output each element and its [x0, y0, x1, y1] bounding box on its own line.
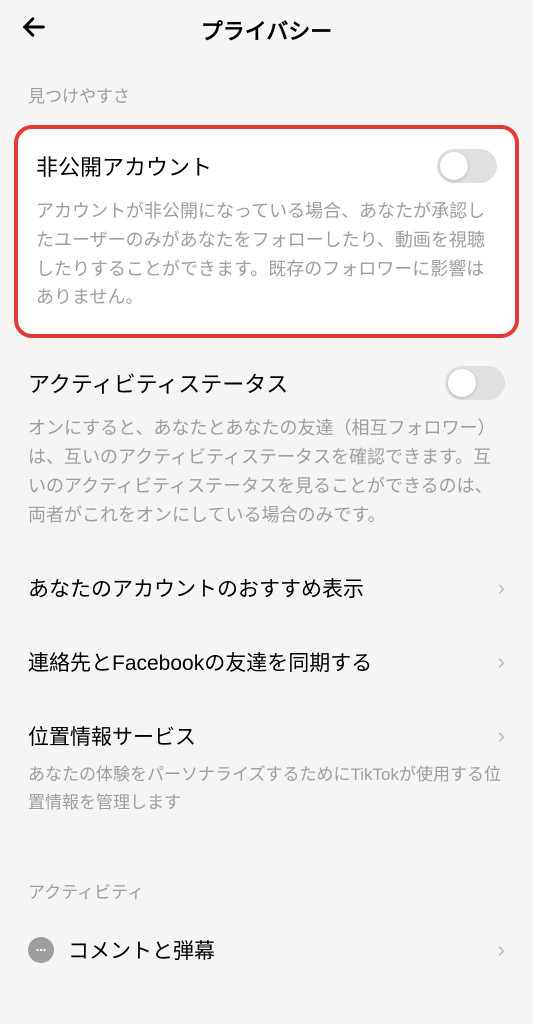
private-account-description: アカウントが非公開になっている場合、あなたが承認したユーザーのみがあなたをフォロ… — [36, 197, 497, 312]
chevron-right-icon: › — [498, 723, 505, 749]
chevron-right-icon: › — [498, 649, 505, 675]
location-services-title: 位置情報サービス — [28, 721, 196, 751]
activity-status-toggle[interactable] — [445, 366, 505, 400]
chevron-right-icon: › — [498, 937, 505, 963]
toggle-knob — [440, 152, 468, 180]
location-services-description: あなたの体験をパーソナライズするためにTikTokが使用する位置情報を管理します — [0, 761, 533, 835]
section-header-discoverability: 見つけやすさ — [0, 60, 533, 117]
private-account-setting-highlighted: 非公開アカウント アカウントが非公開になっている場合、あなたが承認したユーザーの… — [14, 125, 519, 338]
section-header-activity: アクティビティ — [0, 856, 533, 913]
activity-status-title: アクティビティステータス — [28, 367, 288, 399]
page-title: プライバシー — [20, 14, 513, 46]
suggest-account-nav[interactable]: あなたのアカウントのおすすめ表示 › — [0, 551, 533, 625]
header: プライバシー — [0, 0, 533, 60]
sync-contacts-nav[interactable]: 連絡先とFacebookの友達を同期する › — [0, 625, 533, 699]
activity-status-setting: アクティビティステータス オンにすると、あなたとあなたの友達（相互フォロワー）は… — [0, 346, 533, 551]
private-account-title: 非公開アカウント — [36, 150, 212, 182]
comments-nav[interactable]: コメントと弾幕 › — [0, 913, 533, 987]
chevron-right-icon: › — [498, 575, 505, 601]
activity-status-description: オンにすると、あなたとあなたの友達（相互フォロワー）は、互いのアクティビティステ… — [28, 414, 505, 529]
sync-contacts-title: 連絡先とFacebookの友達を同期する — [28, 647, 372, 677]
suggest-account-title: あなたのアカウントのおすすめ表示 — [28, 573, 364, 603]
private-account-toggle[interactable] — [437, 149, 497, 183]
toggle-knob — [448, 369, 476, 397]
comments-title: コメントと弾幕 — [68, 935, 215, 965]
back-arrow-icon[interactable] — [20, 13, 48, 48]
comment-icon — [28, 937, 54, 963]
